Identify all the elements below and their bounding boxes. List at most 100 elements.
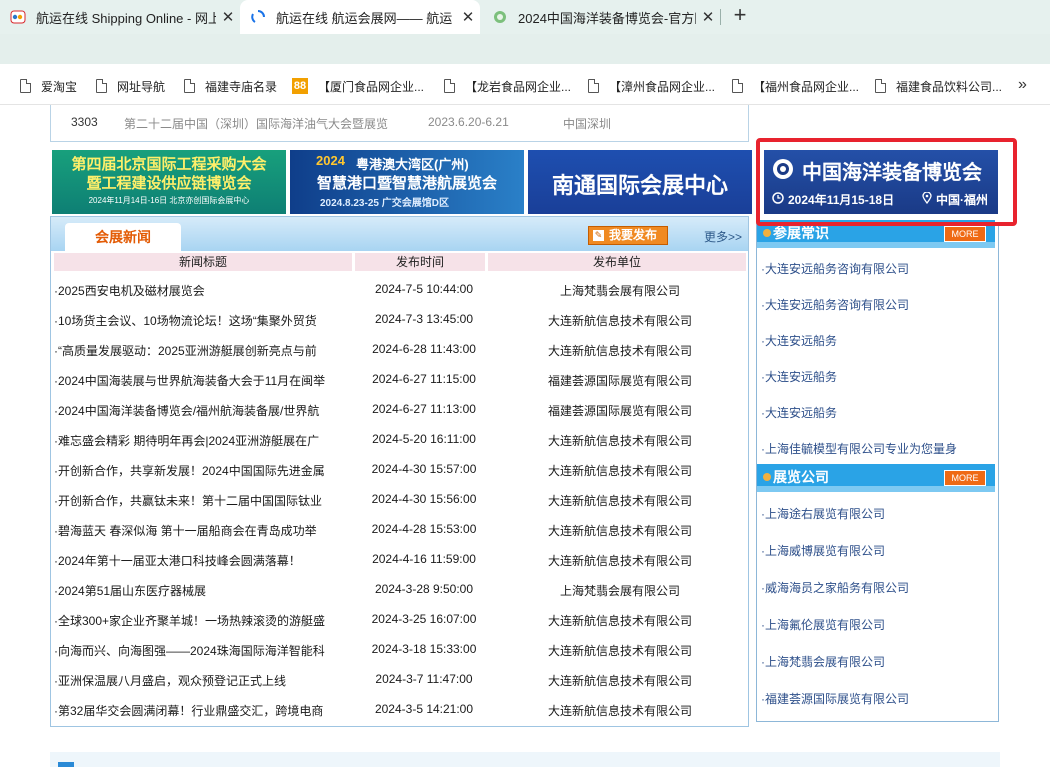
news-row[interactable]: ·“高质量发展驱动：2025亚洲游艇展创新亮点与前 2024-6-28 11:43… bbox=[54, 334, 744, 364]
news-row[interactable]: ·2024中国海装展与世界航海装备大会于11月在闽举 2024-6-27 11:1… bbox=[54, 364, 744, 394]
news-row[interactable]: ·向海而兴、向海图强——2024珠海国际海洋智能科 2024-3-18 15:33… bbox=[54, 634, 744, 664]
news-row[interactable]: ·10场货主会议、10场物流论坛！这场“集聚外贸货 2024-7-3 13:45:… bbox=[54, 304, 744, 334]
news-title-link[interactable]: ·开创新合作，共享新发展！2024中国国际先进金属 bbox=[54, 462, 332, 479]
news-more-link[interactable]: 更多>> bbox=[704, 228, 742, 245]
sidebar-link[interactable]: ·上海氟伦展览有限公司 bbox=[761, 616, 885, 633]
news-row[interactable]: ·2025西安电机及磁材展览会 2024-7-5 10:44:00 上海梵翡会展有限… bbox=[54, 274, 744, 304]
document-icon bbox=[184, 79, 195, 93]
section-title: 展览公司 bbox=[773, 469, 829, 485]
news-row[interactable]: ·第32届华交会圆满闭幕！行业鼎盛交汇，跨境电商 2024-3-5 14:21:0… bbox=[54, 694, 744, 724]
document-icon bbox=[875, 79, 886, 93]
news-org: 大连新航信息技术有限公司 bbox=[547, 554, 692, 568]
news-title-link[interactable]: ·2025西安电机及磁材展览会 bbox=[54, 282, 332, 299]
news-row[interactable]: ·难忘盛会精彩 期待明年再会|2024亚洲游艇展在广 2024-5-20 16:1… bbox=[54, 424, 744, 454]
sidebar-link[interactable]: ·大连安远船务 bbox=[761, 368, 837, 385]
news-org: 大连新航信息技术有限公司 bbox=[547, 524, 692, 538]
news-org: 大连新航信息技术有限公司 bbox=[547, 674, 692, 688]
news-title-link[interactable]: ·2024年第十一届亚太港口科技峰会圆满落幕！ bbox=[54, 552, 332, 569]
news-row[interactable]: ·全球300+家企业齐聚羊城！一场热辣滚烫的游艇盛 2024-3-25 16:07… bbox=[54, 604, 744, 634]
bookmarks-bar: 爱淘宝 网址导航 福建寺庙名录 88 【厦门食品网企业... 【龙岩食品网企业..… bbox=[0, 68, 1050, 105]
sidebar-link[interactable]: ·大连安远船务咨询有限公司 bbox=[761, 260, 909, 277]
news-org: 上海梵翡会展有限公司 bbox=[559, 584, 680, 598]
news-title-link[interactable]: ·10场货主会议、10场物流论坛！这场“集聚外贸货 bbox=[54, 312, 332, 329]
bookmark-item[interactable]: 【龙岩食品网企业... bbox=[444, 78, 571, 94]
close-tab-icon[interactable]: ✕ bbox=[216, 8, 240, 26]
news-row[interactable]: ·2024第51届山东医疗器械展 2024-3-28 9:50:00 上海梵翡会展有… bbox=[54, 574, 744, 604]
bookmark-item[interactable]: 福建寺庙名录 bbox=[184, 78, 277, 94]
exhibition-id: 3303 bbox=[71, 115, 98, 129]
sidebar-link[interactable]: ·上海威博展览有限公司 bbox=[761, 542, 885, 559]
bookmarks-overflow-icon[interactable]: » bbox=[1018, 76, 1042, 96]
news-title-link[interactable]: ·第32届华交会圆满闭幕！行业鼎盛交汇，跨境电商 bbox=[54, 702, 332, 719]
bookmark-label: 福建食品饮料公司... bbox=[896, 79, 1003, 94]
news-title-link[interactable]: ·开创新合作，共赢钛未来！第十二届中国国际钛业 bbox=[54, 492, 332, 509]
sidebar-link[interactable]: ·上海途右展览有限公司 bbox=[761, 505, 885, 522]
site-favicon-icon bbox=[494, 11, 506, 23]
bookmark-item[interactable]: 福建食品饮料公司... bbox=[875, 78, 1002, 94]
banner-logo: 2024 bbox=[316, 153, 345, 168]
section-title: 参展常识 bbox=[773, 225, 829, 241]
publish-label: 我要发布 bbox=[609, 228, 658, 242]
tab-shipping-online[interactable]: 航运在线 Shipping Online - 网上 ✕ bbox=[0, 0, 240, 34]
address-bar-area bbox=[0, 34, 1050, 68]
companies-more-button[interactable]: MORE bbox=[944, 470, 986, 486]
news-title-link[interactable]: ·碧海蓝天 春深似海 第十一届船商会在青岛成功举 bbox=[54, 522, 332, 539]
prev-exhibition-row[interactable]: 3303 第二十二届中国（深圳）国际海洋油气大会暨展览 2023.6.20-6.… bbox=[50, 105, 749, 142]
companies-section-header: 展览公司 MORE bbox=[757, 464, 995, 492]
bookmark-item[interactable]: 网址导航 bbox=[96, 78, 165, 94]
banner-subtitle: 2024.8.23-25 广交会展馆D区 bbox=[320, 198, 449, 209]
banner-title-line1: 粤港澳大湾区(广州) bbox=[356, 157, 469, 172]
column-header-time: 发布时间 bbox=[355, 253, 485, 271]
news-org: 大连新航信息技术有限公司 bbox=[547, 704, 692, 718]
bookmark-label: 【福州食品网企业... bbox=[753, 79, 860, 94]
news-time: 2024-6-27 11:13:00 bbox=[372, 402, 476, 416]
badge-88-icon: 88 bbox=[292, 78, 308, 94]
news-row[interactable]: ·开创新合作，共赢钛未来！第十二届中国国际钛业 2024-4-30 15:56:0… bbox=[54, 484, 744, 514]
news-row[interactable]: ·开创新合作，共享新发展！2024中国国际先进金属 2024-4-30 15:57… bbox=[54, 454, 744, 484]
news-org: 大连新航信息技术有限公司 bbox=[547, 464, 692, 478]
sidebar-link[interactable]: ·上海佳毓模型有限公司专业为您量身 bbox=[761, 440, 957, 457]
document-icon bbox=[444, 79, 455, 93]
news-time: 2024-3-18 15:33:00 bbox=[371, 642, 477, 656]
section-marker-icon bbox=[58, 762, 74, 767]
tab-exhibition-news[interactable]: 会展新闻 bbox=[65, 223, 181, 251]
banner-nantong-center[interactable]: 南通国际会展中心 bbox=[528, 150, 752, 214]
tab-marine-expo[interactable]: 2024中国海洋装备博览会-官方网 ✕ bbox=[482, 0, 720, 34]
close-tab-icon[interactable]: ✕ bbox=[456, 8, 480, 26]
sidebar-link[interactable]: ·大连安远船务咨询有限公司 bbox=[761, 296, 909, 313]
news-title-link[interactable]: ·2024第51届山东医疗器械展 bbox=[54, 582, 332, 599]
news-row[interactable]: ·2024中国海洋装备博览会/福州航海装备展/世界航 2024-6-27 11:1… bbox=[54, 394, 744, 424]
news-title-link[interactable]: ·向海而兴、向海图强——2024珠海国际海洋智能科 bbox=[54, 642, 332, 659]
close-tab-icon[interactable]: ✕ bbox=[696, 8, 720, 26]
tab-title: 航运在线 航运会展网—— 航运 bbox=[276, 10, 453, 26]
exhibition-place: 中国深圳 bbox=[563, 117, 612, 131]
knowledge-more-button[interactable]: MORE bbox=[944, 226, 986, 242]
banner-beijing-procurement[interactable]: 第四届北京国际工程采购大会 暨工程建设供应链博览会 2024年11月14日-16… bbox=[52, 150, 286, 214]
news-row[interactable]: ·碧海蓝天 春深似海 第十一届船商会在青岛成功举 2024-4-28 15:53:… bbox=[54, 514, 744, 544]
bookmark-label: 【漳州食品网企业... bbox=[609, 79, 716, 94]
sidebar-link[interactable]: ·大连安远船务 bbox=[761, 332, 837, 349]
news-row[interactable]: ·亚洲保温展八月盛启，观众预登记正式上线 2024-3-7 11:47:00 大连新… bbox=[54, 664, 744, 694]
news-time: 2024-4-28 15:53:00 bbox=[371, 522, 477, 536]
news-title-link[interactable]: ·难忘盛会精彩 期待明年再会|2024亚洲游艇展在广 bbox=[54, 432, 332, 449]
publish-button[interactable]: ✎ 我要发布 bbox=[588, 226, 668, 245]
sidebar-link[interactable]: ·上海梵翡会展有限公司 bbox=[761, 653, 885, 670]
sidebar-link[interactable]: ·威海海员之家船务有限公司 bbox=[761, 579, 909, 596]
bookmark-item[interactable]: 爱淘宝 bbox=[20, 78, 77, 94]
news-title-link[interactable]: ·亚洲保温展八月盛启，观众预登记正式上线 bbox=[54, 672, 332, 689]
bookmark-item[interactable]: 【福州食品网企业... bbox=[732, 78, 859, 94]
new-tab-plus-icon[interactable]: + bbox=[728, 4, 752, 28]
tab-divider bbox=[720, 9, 721, 25]
bookmark-item[interactable]: 【漳州食品网企业... bbox=[588, 78, 715, 94]
news-title-link[interactable]: ·2024中国海洋装备博览会/福州航海装备展/世界航 bbox=[54, 402, 332, 419]
bookmark-item[interactable]: 88 【厦门食品网企业... bbox=[292, 78, 424, 94]
news-org: 大连新航信息技术有限公司 bbox=[547, 614, 692, 628]
banner-smart-port[interactable]: 2024 粤港澳大湾区(广州) 智慧港口暨智慧港航展览会 2024.8.23-2… bbox=[290, 150, 524, 214]
news-title-link[interactable]: ·“高质量发展驱动：2025亚洲游艇展创新亮点与前 bbox=[54, 342, 332, 359]
sidebar-link[interactable]: ·福建荟源国际展览有限公司 bbox=[761, 690, 909, 707]
news-title-link[interactable]: ·全球300+家企业齐聚羊城！一场热辣滚烫的游艇盛 bbox=[54, 612, 332, 629]
tab-exhibition-active[interactable]: 航运在线 航运会展网—— 航运 ✕ bbox=[240, 0, 480, 34]
news-title-link[interactable]: ·2024中国海装展与世界航海装备大会于11月在闽举 bbox=[54, 372, 332, 389]
sidebar-link[interactable]: ·大连安远船务 bbox=[761, 404, 837, 421]
news-row[interactable]: ·2024年第十一届亚太港口科技峰会圆满落幕！ 2024-4-16 11:59:0… bbox=[54, 544, 744, 574]
